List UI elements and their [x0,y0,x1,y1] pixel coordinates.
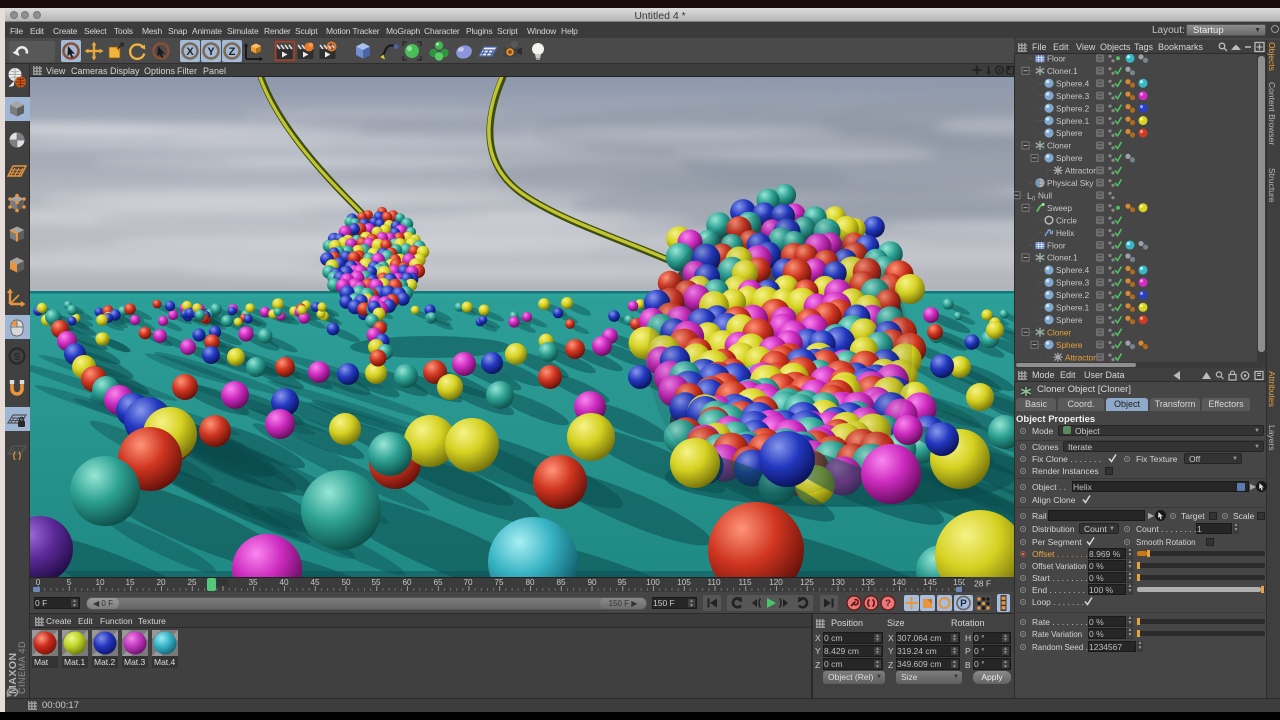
svg-text:55: 55 [371,578,381,587]
svg-text:105: 105 [677,578,691,587]
svg-text:S: S [14,352,21,363]
svg-text:Sphere.4: Sphere.4 [1056,266,1090,275]
svg-text:Helix: Helix [1056,229,1074,238]
svg-text:Circle: Circle [1056,216,1077,225]
svg-text:90: 90 [587,578,597,587]
svg-text:80: 80 [525,578,535,587]
svg-text:70: 70 [463,578,473,587]
svg-text:( ): ( ) [13,450,22,460]
svg-text:125: 125 [800,578,814,587]
svg-text:60: 60 [402,578,412,587]
svg-text:Sphere.2: Sphere.2 [1056,104,1090,113]
svg-text:Sphere.3: Sphere.3 [1056,92,1090,101]
svg-text:95: 95 [617,578,627,587]
svg-text:75: 75 [494,578,504,587]
svg-text:0: 0 [1032,196,1036,202]
svg-text:Attractor: Attractor [1065,353,1096,362]
svg-text:45: 45 [310,578,320,587]
svg-text:X: X [186,46,194,58]
svg-text:85: 85 [556,578,566,587]
svg-text:Sphere.1: Sphere.1 [1056,117,1090,126]
svg-text:145: 145 [923,578,937,587]
svg-text:Sweep: Sweep [1047,204,1072,213]
svg-text:Sphere.4: Sphere.4 [1056,79,1090,88]
svg-text:140: 140 [892,578,906,587]
svg-text:Sphere: Sphere [1056,341,1083,350]
svg-text:10: 10 [95,578,105,587]
svg-text:Null: Null [1038,191,1052,200]
svg-text:Sphere.2: Sphere.2 [1056,291,1090,300]
svg-text:Sphere: Sphere [1056,316,1083,325]
svg-text:?: ? [885,598,891,609]
svg-text:Physical Sky: Physical Sky [1047,179,1094,188]
svg-text:100: 100 [646,578,660,587]
svg-text:Z: Z [229,46,236,58]
svg-text:35: 35 [248,578,258,587]
svg-text:Attractor: Attractor [1065,167,1096,176]
svg-text:130: 130 [831,578,845,587]
svg-text:15: 15 [125,578,135,587]
svg-text:Cloner.1: Cloner.1 [1047,254,1078,263]
svg-text:0: 0 [36,578,41,587]
svg-text:Floor: Floor [1047,55,1066,64]
svg-text:Floor: Floor [1047,241,1066,250]
svg-text:28): 28) [217,579,229,588]
svg-text:Y: Y [207,46,215,58]
svg-text:115: 115 [738,578,751,587]
svg-text:50: 50 [341,578,351,587]
svg-text:65: 65 [433,578,443,587]
svg-text:Cloner: Cloner [1047,328,1071,337]
svg-text:110: 110 [707,578,720,587]
svg-text:Sphere.3: Sphere.3 [1056,279,1090,288]
svg-text:120: 120 [769,578,783,587]
svg-text:5: 5 [67,578,72,587]
svg-text:20: 20 [156,578,166,587]
svg-text:Sphere: Sphere [1056,154,1083,163]
svg-text:P: P [960,599,967,610]
svg-text:Sphere: Sphere [1056,129,1083,138]
svg-text:Cloner: Cloner [1047,142,1071,151]
svg-text:Sphere.1: Sphere.1 [1056,304,1090,313]
svg-text:28 F: 28 F [974,579,991,589]
svg-text:135: 135 [861,578,875,587]
svg-text:Cloner.1: Cloner.1 [1047,67,1078,76]
svg-text:40: 40 [279,578,289,587]
svg-text:25: 25 [187,578,197,587]
